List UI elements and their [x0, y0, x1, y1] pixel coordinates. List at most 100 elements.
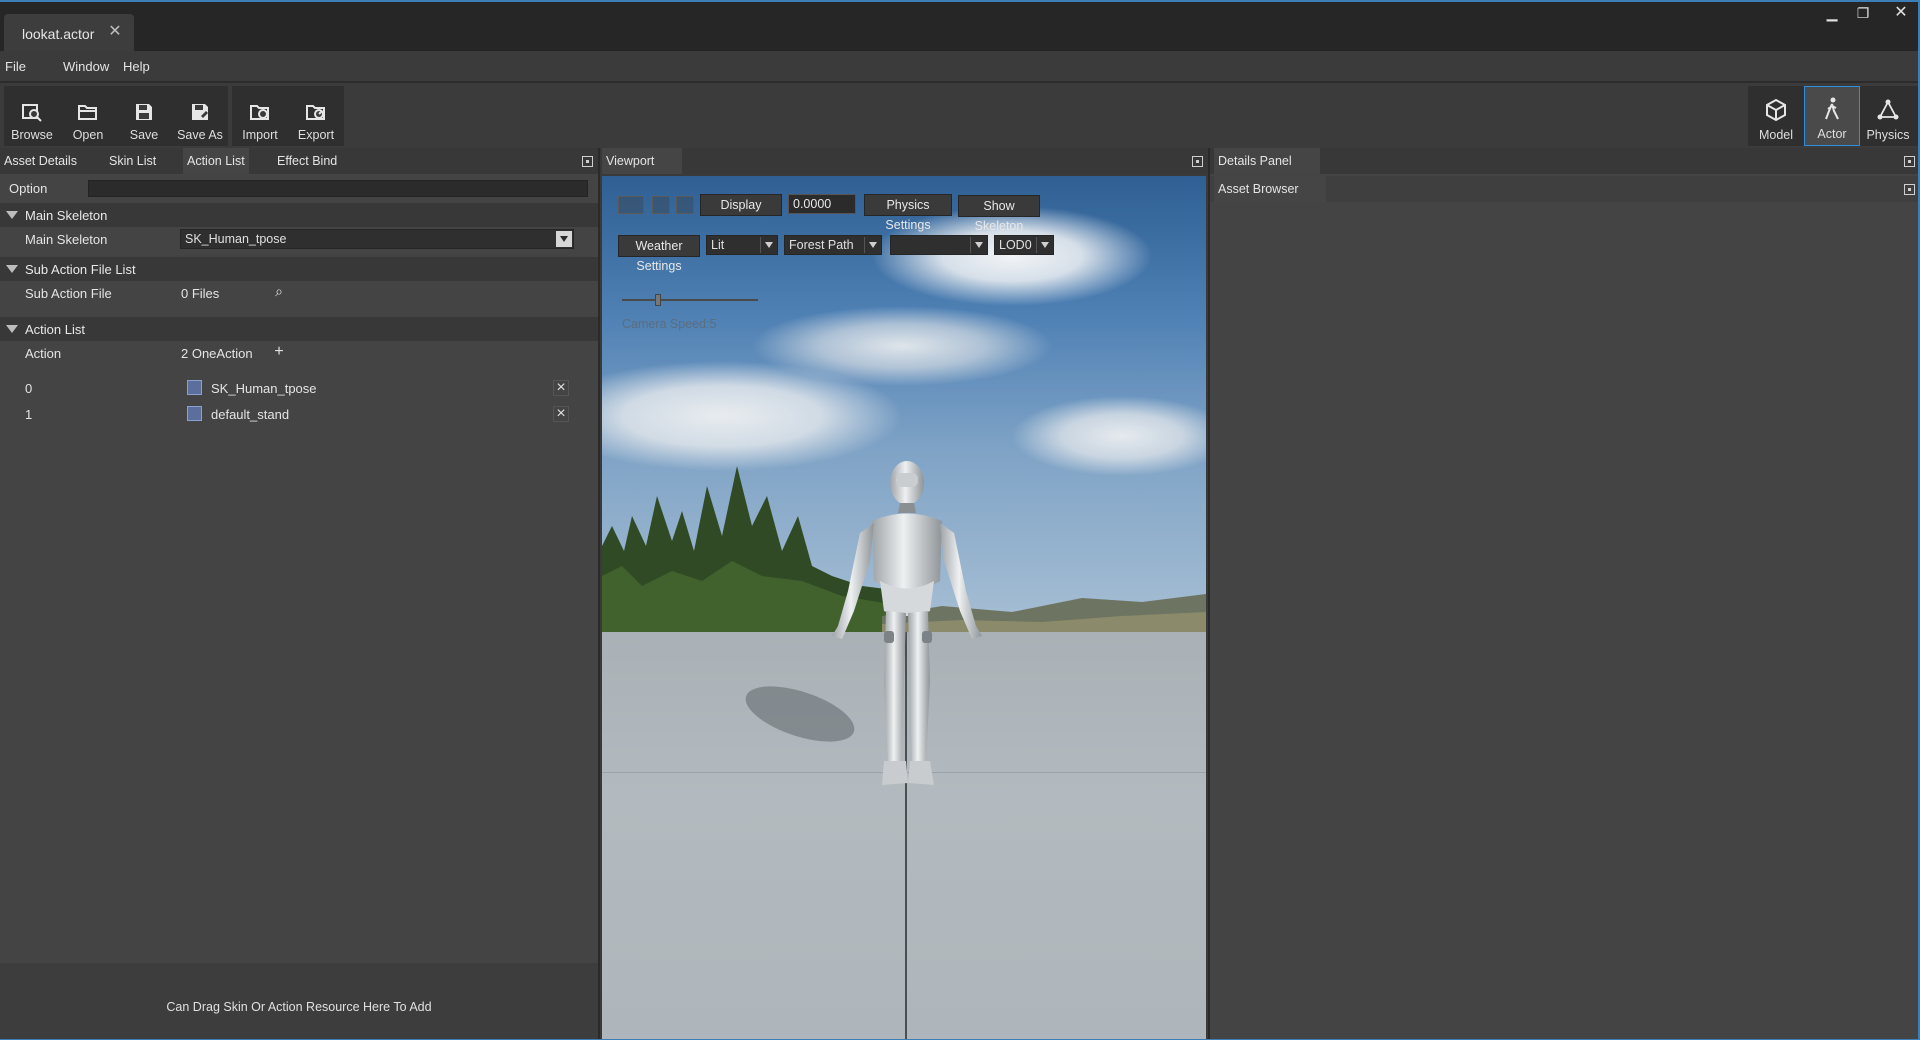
- open-button[interactable]: Open: [60, 86, 116, 146]
- open-label: Open: [72, 128, 104, 142]
- viewport-tabbar: Viewport: [600, 148, 1208, 174]
- pin-icon[interactable]: [1192, 156, 1203, 167]
- collapse-triangle-icon[interactable]: [6, 325, 18, 333]
- document-tab[interactable]: lookat.actor ✕: [4, 14, 134, 53]
- camera-speed-label: Camera Speed:5: [622, 317, 717, 331]
- menu-file[interactable]: File: [5, 59, 26, 74]
- tab-asset-details[interactable]: Asset Details: [0, 148, 81, 174]
- physics-mode-button[interactable]: Physics: [1860, 86, 1916, 146]
- list-item[interactable]: 0 SK_Human_tpose ×: [0, 377, 598, 401]
- main-skeleton-value: SK_Human_tpose: [185, 232, 287, 246]
- tab-viewport[interactable]: Viewport: [602, 148, 682, 174]
- scene-select[interactable]: Forest Path: [784, 235, 882, 255]
- menu-window[interactable]: Window: [63, 59, 109, 74]
- weather-settings-button[interactable]: Weather Settings: [618, 235, 700, 273]
- slider-handle[interactable]: [655, 294, 661, 306]
- section-title: Main Skeleton: [25, 208, 108, 223]
- actor-mode-button[interactable]: Actor: [1804, 86, 1860, 146]
- right-panel: Details Panel Asset Browser: [1210, 148, 1920, 1040]
- close-icon[interactable]: ✕: [1886, 4, 1916, 22]
- viewport-panel: Viewport Display 0.0000 Physics Settings…: [600, 148, 1208, 1040]
- tab-details-panel[interactable]: Details Panel: [1214, 148, 1320, 174]
- physics-label: Physics: [1866, 128, 1910, 142]
- chevron-down-icon: [970, 237, 986, 253]
- mode-toolbar-group: Model Actor Physics: [1748, 86, 1920, 146]
- action-name: SK_Human_tpose: [211, 381, 317, 396]
- pin-icon[interactable]: [582, 156, 593, 167]
- refresh-icon[interactable]: [652, 196, 670, 214]
- extra-select[interactable]: [890, 235, 988, 255]
- collapse-triangle-icon[interactable]: [6, 211, 18, 219]
- menu-help[interactable]: Help: [123, 59, 150, 74]
- character-model[interactable]: [812, 461, 1002, 791]
- document-tab-label: lookat.actor: [22, 25, 95, 42]
- lighting-mode-value: Lit: [711, 238, 725, 252]
- tab-asset-browser[interactable]: Asset Browser: [1214, 176, 1326, 202]
- toolbar: Browse Open Save Save As Import Export M…: [0, 84, 1920, 146]
- remove-icon[interactable]: ×: [553, 380, 569, 396]
- list-item[interactable]: 1 default_stand ×: [0, 403, 598, 427]
- action-label: Action: [25, 346, 62, 361]
- chevron-down-icon: [1036, 237, 1052, 253]
- file-toolbar-group: Browse Open Save Save As: [4, 86, 228, 146]
- drop-hint: Can Drag Skin Or Action Resource Here To…: [166, 1000, 432, 1014]
- viewport-3d[interactable]: Display 0.0000 Physics Settings Show Ske…: [602, 176, 1206, 1040]
- save-label: Save: [129, 128, 159, 142]
- time-input[interactable]: 0.0000: [788, 194, 856, 214]
- import-label: Import: [242, 128, 278, 142]
- minimize-icon[interactable]: ▁: [1817, 4, 1847, 22]
- lod-value: LOD0: [999, 238, 1032, 252]
- pin-icon[interactable]: [1904, 184, 1915, 195]
- export-button[interactable]: Export: [288, 86, 344, 146]
- tab-effect-bind[interactable]: Effect Bind: [273, 148, 341, 174]
- tab-action-list[interactable]: Action List: [183, 148, 249, 174]
- chevron-down-icon: [556, 231, 572, 247]
- import-button[interactable]: Import: [232, 86, 288, 146]
- display-button[interactable]: Display: [700, 194, 782, 216]
- browse-label: Browse: [11, 128, 53, 142]
- show-skeleton-button[interactable]: Show Skeleton: [958, 195, 1040, 233]
- save-as-label: Save As: [177, 128, 223, 142]
- option-field[interactable]: [88, 180, 588, 197]
- remove-icon[interactable]: ×: [553, 406, 569, 422]
- model-mode-button[interactable]: Model: [1748, 86, 1804, 146]
- lod-select[interactable]: LOD0: [994, 235, 1054, 255]
- left-panel-tabs: Asset Details Skin List Action List Effe…: [0, 148, 598, 174]
- drop-zone[interactable]: Can Drag Skin Or Action Resource Here To…: [0, 963, 598, 1040]
- option-label: Option: [9, 181, 48, 196]
- asset-browser-tabbar: Asset Browser: [1210, 176, 1920, 202]
- restore-icon[interactable]: ❐: [1848, 4, 1878, 22]
- view-menu-icon[interactable]: [618, 196, 644, 214]
- animation-icon: [187, 380, 202, 395]
- tab-skin-list[interactable]: Skin List: [105, 148, 160, 174]
- save-button[interactable]: Save: [116, 86, 172, 146]
- pin-icon[interactable]: [1904, 156, 1915, 167]
- lighting-mode-select[interactable]: Lit: [706, 235, 778, 255]
- section-sub-action-file-list[interactable]: Sub Action File List: [0, 257, 598, 281]
- model-label: Model: [1758, 128, 1794, 142]
- add-icon[interactable]: +: [270, 343, 288, 361]
- section-main-skeleton[interactable]: Main Skeleton: [0, 203, 598, 227]
- import-export-group: Import Export: [232, 86, 344, 146]
- walking-person-icon: [1825, 97, 1839, 120]
- section-title: Action List: [25, 322, 85, 337]
- animation-icon: [187, 406, 202, 421]
- menu-bar: File Window Help: [0, 51, 1920, 83]
- section-action-list[interactable]: Action List: [0, 317, 598, 341]
- browse-button[interactable]: Browse: [4, 86, 60, 146]
- close-tab-icon[interactable]: ✕: [108, 24, 122, 40]
- save-as-button[interactable]: Save As: [172, 86, 228, 146]
- screenshot-icon[interactable]: [676, 196, 694, 214]
- export-label: Export: [297, 128, 335, 142]
- title-bar: lookat.actor ✕ ▁ ❐ ✕: [0, 0, 1920, 53]
- physics-settings-button[interactable]: Physics Settings: [864, 194, 952, 232]
- collapse-triangle-icon[interactable]: [6, 265, 18, 273]
- folder-open-icon: [78, 105, 97, 120]
- chevron-down-icon: [760, 237, 776, 253]
- details-tabbar: Details Panel: [1210, 148, 1920, 174]
- option-row: Option: [0, 177, 598, 201]
- main-skeleton-select[interactable]: SK_Human_tpose: [180, 229, 574, 249]
- camera-speed-slider[interactable]: [622, 294, 758, 306]
- save-as-icon: [192, 104, 208, 120]
- search-icon[interactable]: ⌕: [270, 283, 288, 301]
